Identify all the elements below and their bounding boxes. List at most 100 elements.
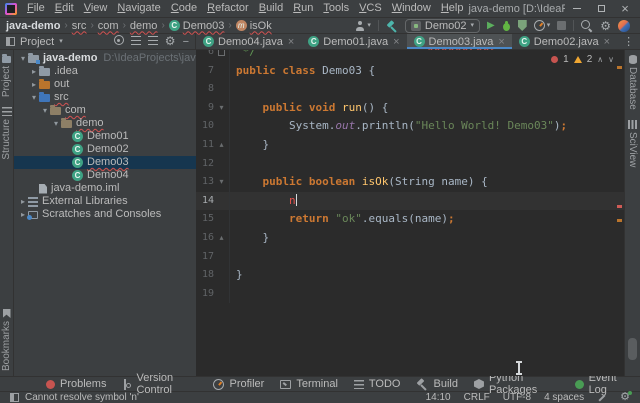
- toolwindow-switcher-icon[interactable]: [10, 393, 19, 402]
- code-line-17[interactable]: 17: [196, 247, 624, 267]
- close-icon[interactable]: ×: [498, 36, 504, 47]
- breadcrumb-item-src[interactable]: src: [72, 20, 87, 32]
- code-line-12[interactable]: 12: [196, 154, 624, 174]
- action-coverage[interactable]: [517, 20, 527, 31]
- code-line-18[interactable]: 18}: [196, 266, 624, 285]
- stripe-mark-warning[interactable]: [617, 66, 622, 69]
- action-profiler[interactable]: ▾: [533, 20, 550, 31]
- project-panel-title[interactable]: Project: [20, 36, 54, 48]
- file-encoding[interactable]: UTF-8: [503, 392, 531, 403]
- action-settings[interactable]: ⚙: [600, 20, 611, 32]
- toolwindow-button-todo[interactable]: TODO: [353, 378, 400, 390]
- stripe-mark-warning[interactable]: [617, 219, 622, 222]
- chevron-right-icon[interactable]: ▸: [29, 78, 39, 91]
- menu-edit[interactable]: Edit: [50, 0, 79, 17]
- breadcrumb-item-demo03[interactable]: C Demo03: [168, 20, 224, 32]
- tree-item-demo01[interactable]: C Demo01: [14, 130, 196, 143]
- action-stop[interactable]: [557, 21, 567, 30]
- tree-item-out[interactable]: ▸ out: [14, 78, 196, 91]
- menu-code[interactable]: Code: [166, 0, 202, 17]
- menu-file[interactable]: File: [22, 0, 50, 17]
- menu-navigate[interactable]: Navigate: [112, 0, 165, 17]
- code-line-11[interactable]: 11 ▴ }: [196, 135, 624, 155]
- tree-item-external-libraries[interactable]: ▸ External Libraries: [14, 195, 196, 208]
- code-line-13[interactable]: 13 ▾ public boolean isOk(String name) {: [196, 173, 624, 192]
- close-icon[interactable]: ×: [604, 36, 610, 47]
- pen-icon[interactable]: [597, 393, 607, 403]
- code-line-10[interactable]: 10 System.out.println("Hello World! Demo…: [196, 117, 624, 136]
- action-play[interactable]: ▶: [487, 20, 495, 32]
- run-configuration-select[interactable]: Demo02 ▾: [404, 18, 481, 33]
- action-hammer[interactable]: [386, 20, 398, 32]
- menu-build[interactable]: Build: [254, 0, 288, 17]
- tree-item--idea[interactable]: ▸ .idea: [14, 65, 196, 78]
- toolwindow-button-profiler[interactable]: Profiler: [213, 378, 264, 390]
- breadcrumb-item-com[interactable]: com: [98, 20, 119, 32]
- line-separator[interactable]: CRLF: [464, 392, 490, 403]
- fold-marker-icon[interactable]: ▴: [214, 135, 230, 155]
- tree-item-scratches-and-consoles[interactable]: ▸ Scratches and Consoles: [14, 208, 196, 221]
- code-line-15[interactable]: 15 return "ok".equals(name);: [196, 210, 624, 229]
- chevron-right-icon[interactable]: ▸: [18, 195, 28, 208]
- code-line-8[interactable]: 8: [196, 80, 624, 99]
- panel-action-hide[interactable]: −: [183, 36, 189, 48]
- chevron-right-icon[interactable]: ▸: [18, 208, 28, 221]
- tab-demo01-java[interactable]: C Demo01.java ×: [301, 34, 406, 49]
- menu-window[interactable]: Window: [387, 0, 436, 17]
- inspection-widget[interactable]: 1 2 ∧ ∨: [551, 54, 614, 65]
- action-bug[interactable]: [502, 20, 511, 31]
- menu-run[interactable]: Run: [288, 0, 318, 17]
- next-issue-icon[interactable]: ∨: [608, 55, 614, 64]
- stripe-button-project[interactable]: Project: [1, 50, 12, 102]
- menu-view[interactable]: View: [79, 0, 113, 17]
- panel-action-settings[interactable]: ⚙: [165, 35, 176, 48]
- window-close-button[interactable]: ×: [613, 0, 637, 17]
- code-line-16[interactable]: 16 ▴ }: [196, 228, 624, 248]
- action-search[interactable]: [581, 19, 593, 32]
- toolwindow-button-terminal[interactable]: Terminal: [280, 378, 338, 390]
- code-editor[interactable]: 6 */7 public class Demo03 {8 9 ▾ public voi…: [196, 50, 624, 376]
- gear-notification-icon[interactable]: ⚙: [620, 391, 632, 403]
- scrollbar-thumb[interactable]: [628, 338, 637, 360]
- chevron-right-icon[interactable]: ▸: [29, 65, 39, 78]
- fold-marker-icon[interactable]: ▴: [214, 228, 230, 248]
- tree-item-demo02[interactable]: C Demo02: [14, 143, 196, 156]
- tab-demo04-java[interactable]: C Demo04.java ×: [196, 34, 301, 49]
- panel-action-target[interactable]: [113, 35, 124, 48]
- caret-position[interactable]: 14:10: [426, 392, 451, 403]
- breadcrumb-item-demo[interactable]: demo: [130, 20, 158, 32]
- toolwindow-button-problems[interactable]: Problems: [46, 378, 106, 390]
- stripe-button-sciview[interactable]: SciView: [627, 115, 638, 172]
- chevron-down-icon[interactable]: ▾: [18, 52, 28, 65]
- panel-action-expand-all[interactable]: [130, 35, 141, 48]
- action-profile-ball[interactable]: [618, 19, 630, 32]
- chevron-down-icon[interactable]: ▾: [29, 91, 39, 104]
- breadcrumb-item-java-demo[interactable]: java-demo: [6, 20, 60, 32]
- close-icon[interactable]: ×: [393, 36, 399, 47]
- chevron-down-icon[interactable]: ▾: [51, 117, 61, 130]
- stripe-button-bookmarks[interactable]: Bookmarks: [1, 304, 12, 376]
- menu-help[interactable]: Help: [436, 0, 469, 17]
- stripe-button-database[interactable]: Database: [627, 50, 638, 115]
- tree-item-demo03[interactable]: C Demo03: [14, 156, 196, 169]
- toolwindow-button-build[interactable]: Build: [416, 378, 457, 390]
- menu-refactor[interactable]: Refactor: [202, 0, 254, 17]
- code-line-9[interactable]: 9 ▾ public void run() {: [196, 98, 624, 118]
- tab-demo02-java[interactable]: C Demo02.java ×: [512, 34, 617, 49]
- chevron-down-icon[interactable]: ▾: [40, 104, 50, 117]
- breadcrumb-item-isok[interactable]: m isOk: [235, 20, 272, 32]
- tab-options-icon[interactable]: ⋮: [617, 34, 640, 49]
- code-line-14[interactable]: 14 n: [196, 191, 624, 211]
- action-user[interactable]: ▾: [354, 20, 371, 31]
- stripe-button-structure[interactable]: Structure: [1, 102, 12, 165]
- indent-style[interactable]: 4 spaces: [544, 392, 584, 403]
- tree-item-src[interactable]: ▾ src: [14, 91, 196, 104]
- fold-marker-icon[interactable]: ▾: [214, 173, 230, 192]
- menu-vcs[interactable]: VCS: [354, 0, 387, 17]
- window-minimize-button[interactable]: [565, 0, 589, 17]
- stripe-mark-error[interactable]: [617, 205, 622, 208]
- prev-issue-icon[interactable]: ∧: [597, 55, 603, 64]
- code-line-19[interactable]: 19: [196, 284, 624, 304]
- fold-marker-icon[interactable]: ▾: [214, 98, 230, 118]
- tab-demo03-java[interactable]: C Demo03.java ×: [406, 34, 513, 49]
